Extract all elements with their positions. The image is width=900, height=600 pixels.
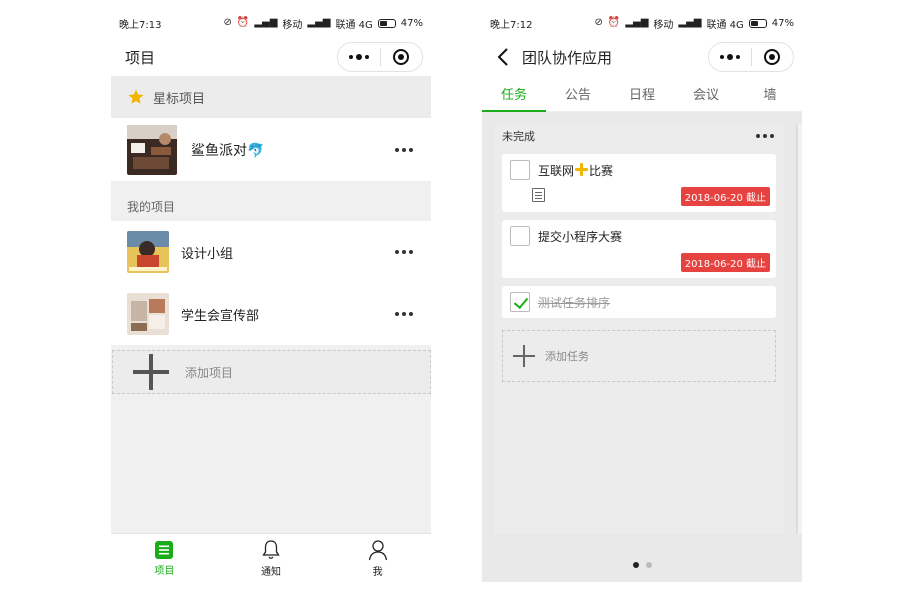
nav-bar: 项目 [111,38,431,76]
project-name: 学生会宣传部 [181,308,260,324]
status-time: 晚上7:12 [490,19,533,31]
project-name: 设计小组 [181,246,234,262]
next-column-peek[interactable] [796,124,802,534]
column-title: 未完成 [502,130,535,143]
tab-tasks[interactable]: 任务 [482,76,546,112]
page-indicator [482,562,802,568]
plus-icon [133,354,169,390]
status-bar: 晚上7:13 ⊘ ⏰ ▂▄▆ 移动 ▂▄▆ 联通 4G 47% [111,8,431,38]
plus-icon [513,345,535,367]
task-title: 提交小程序大赛 [538,229,623,244]
task-column-incomplete: 未完成 互联网 比赛 2018-06-20 截止 提交小程序大赛 2018-06-… [494,124,784,534]
tab-bar: 项目 通知 我 [111,533,431,582]
bell-icon [262,539,280,559]
battery-icon [748,18,767,28]
close-miniprogram-button[interactable] [752,43,794,71]
starred-section-title: 星标项目 [153,91,206,107]
signal-icon: ▂▄▆ [254,17,278,28]
starred-section-header: 星标项目 [111,76,431,118]
signal-icon: ▂▄▆ [307,17,331,28]
add-project-button[interactable]: 添加项目 [112,350,431,394]
target-icon [393,49,410,65]
list-icon [155,540,174,559]
alarm-icon: ⏰ [236,17,250,28]
plus-emoji-icon [575,162,589,176]
tab-label: 项目 [154,565,175,577]
task-card[interactable]: 互联网 比赛 2018-06-20 截止 [502,154,776,212]
task-checkbox[interactable] [510,160,530,180]
battery-percent: 47% [400,17,423,29]
page-title: 团队协作应用 [522,48,613,67]
tab-schedule[interactable]: 日程 [610,76,674,111]
back-button[interactable] [492,46,514,68]
due-date-badge: 2018-06-20 截止 [680,253,770,272]
more-icon [719,54,740,60]
task-title: 互联网 比赛 [538,162,614,178]
due-date-badge: 2018-06-20 截止 [680,187,770,206]
page-dot[interactable] [645,562,652,568]
add-task-button[interactable]: 添加任务 [502,330,776,382]
battery-percent: 47% [771,17,794,29]
my-section-title: 我的项目 [127,200,176,214]
task-checkbox[interactable] [510,226,530,246]
task-title: 测试任务排序 [538,295,611,310]
target-icon [764,49,781,65]
project-more-button[interactable] [395,312,413,316]
tab-wall[interactable]: 墙 [738,76,802,111]
carrier-2: 联通 4G [335,19,373,31]
project-more-button[interactable] [395,250,413,254]
project-thumbnail [127,124,177,175]
project-list: 星标项目 鲨鱼派对🐬 我的项目 设计小组 学生会宣传部 添加项目 [111,76,431,533]
chevron-left-icon [497,48,508,66]
page-title: 项目 [125,48,156,67]
alarm-icon: ⏰ [607,17,621,28]
tab-projects[interactable]: 项目 [111,534,218,582]
project-item[interactable]: 学生会宣传部 [111,283,431,345]
person-icon [368,539,387,560]
nav-bar: 团队协作应用 [482,38,802,76]
carrier-2: 联通 4G [706,19,744,31]
task-card[interactable]: 提交小程序大赛 2018-06-20 截止 [502,220,776,278]
page-dot[interactable] [632,562,639,568]
project-item[interactable]: 设计小组 [111,221,431,283]
column-more-button[interactable] [756,134,774,138]
top-tabs: 任务 公告 日程 会议 墙 [482,76,802,112]
more-options-button[interactable] [709,43,751,71]
tab-label: 通知 [261,566,281,578]
close-miniprogram-button[interactable] [381,43,423,71]
tab-announcements[interactable]: 公告 [546,76,610,111]
more-options-button[interactable] [338,43,380,71]
projects-screen: 晚上7:13 ⊘ ⏰ ▂▄▆ 移动 ▂▄▆ 联通 4G 47% 项目 星标项目 … [111,8,431,582]
tab-me[interactable]: 我 [324,534,431,582]
star-icon [128,89,144,104]
carrier-1: 移动 [282,19,303,31]
team-app-screen: 晚上7:12 ⊘ ⏰ ▂▄▆ 移动 ▂▄▆ 联通 4G 47% 团队协作应用 任… [482,8,802,582]
status-bar: 晚上7:12 ⊘ ⏰ ▂▄▆ 移动 ▂▄▆ 联通 4G 47% [482,8,802,38]
task-card[interactable]: 测试任务排序 [502,286,776,318]
add-task-label: 添加任务 [545,350,589,363]
tab-notifications[interactable]: 通知 [218,534,325,582]
project-item[interactable]: 鲨鱼派对🐬 [111,118,431,181]
tab-meetings[interactable]: 会议 [674,76,738,111]
add-project-label: 添加项目 [185,365,234,380]
menu-capsule [708,42,794,72]
task-checkbox[interactable] [510,292,530,312]
signal-icon: ▂▄▆ [625,17,649,28]
project-more-button[interactable] [395,147,413,152]
data-saver-icon: ⊘ [223,17,232,28]
status-time: 晚上7:13 [119,19,162,31]
more-icon [348,54,369,60]
signal-icon: ▂▄▆ [678,17,702,28]
tab-label: 我 [372,566,383,578]
project-name: 鲨鱼派对🐬 [191,142,265,159]
project-thumbnail [127,293,169,335]
menu-capsule [337,42,423,72]
task-board: 未完成 互联网 比赛 2018-06-20 截止 提交小程序大赛 2018-06-… [482,112,802,582]
project-thumbnail [127,231,169,273]
carrier-1: 移动 [653,19,674,31]
data-saver-icon: ⊘ [594,17,603,28]
battery-icon [377,18,396,28]
description-icon [532,188,545,202]
